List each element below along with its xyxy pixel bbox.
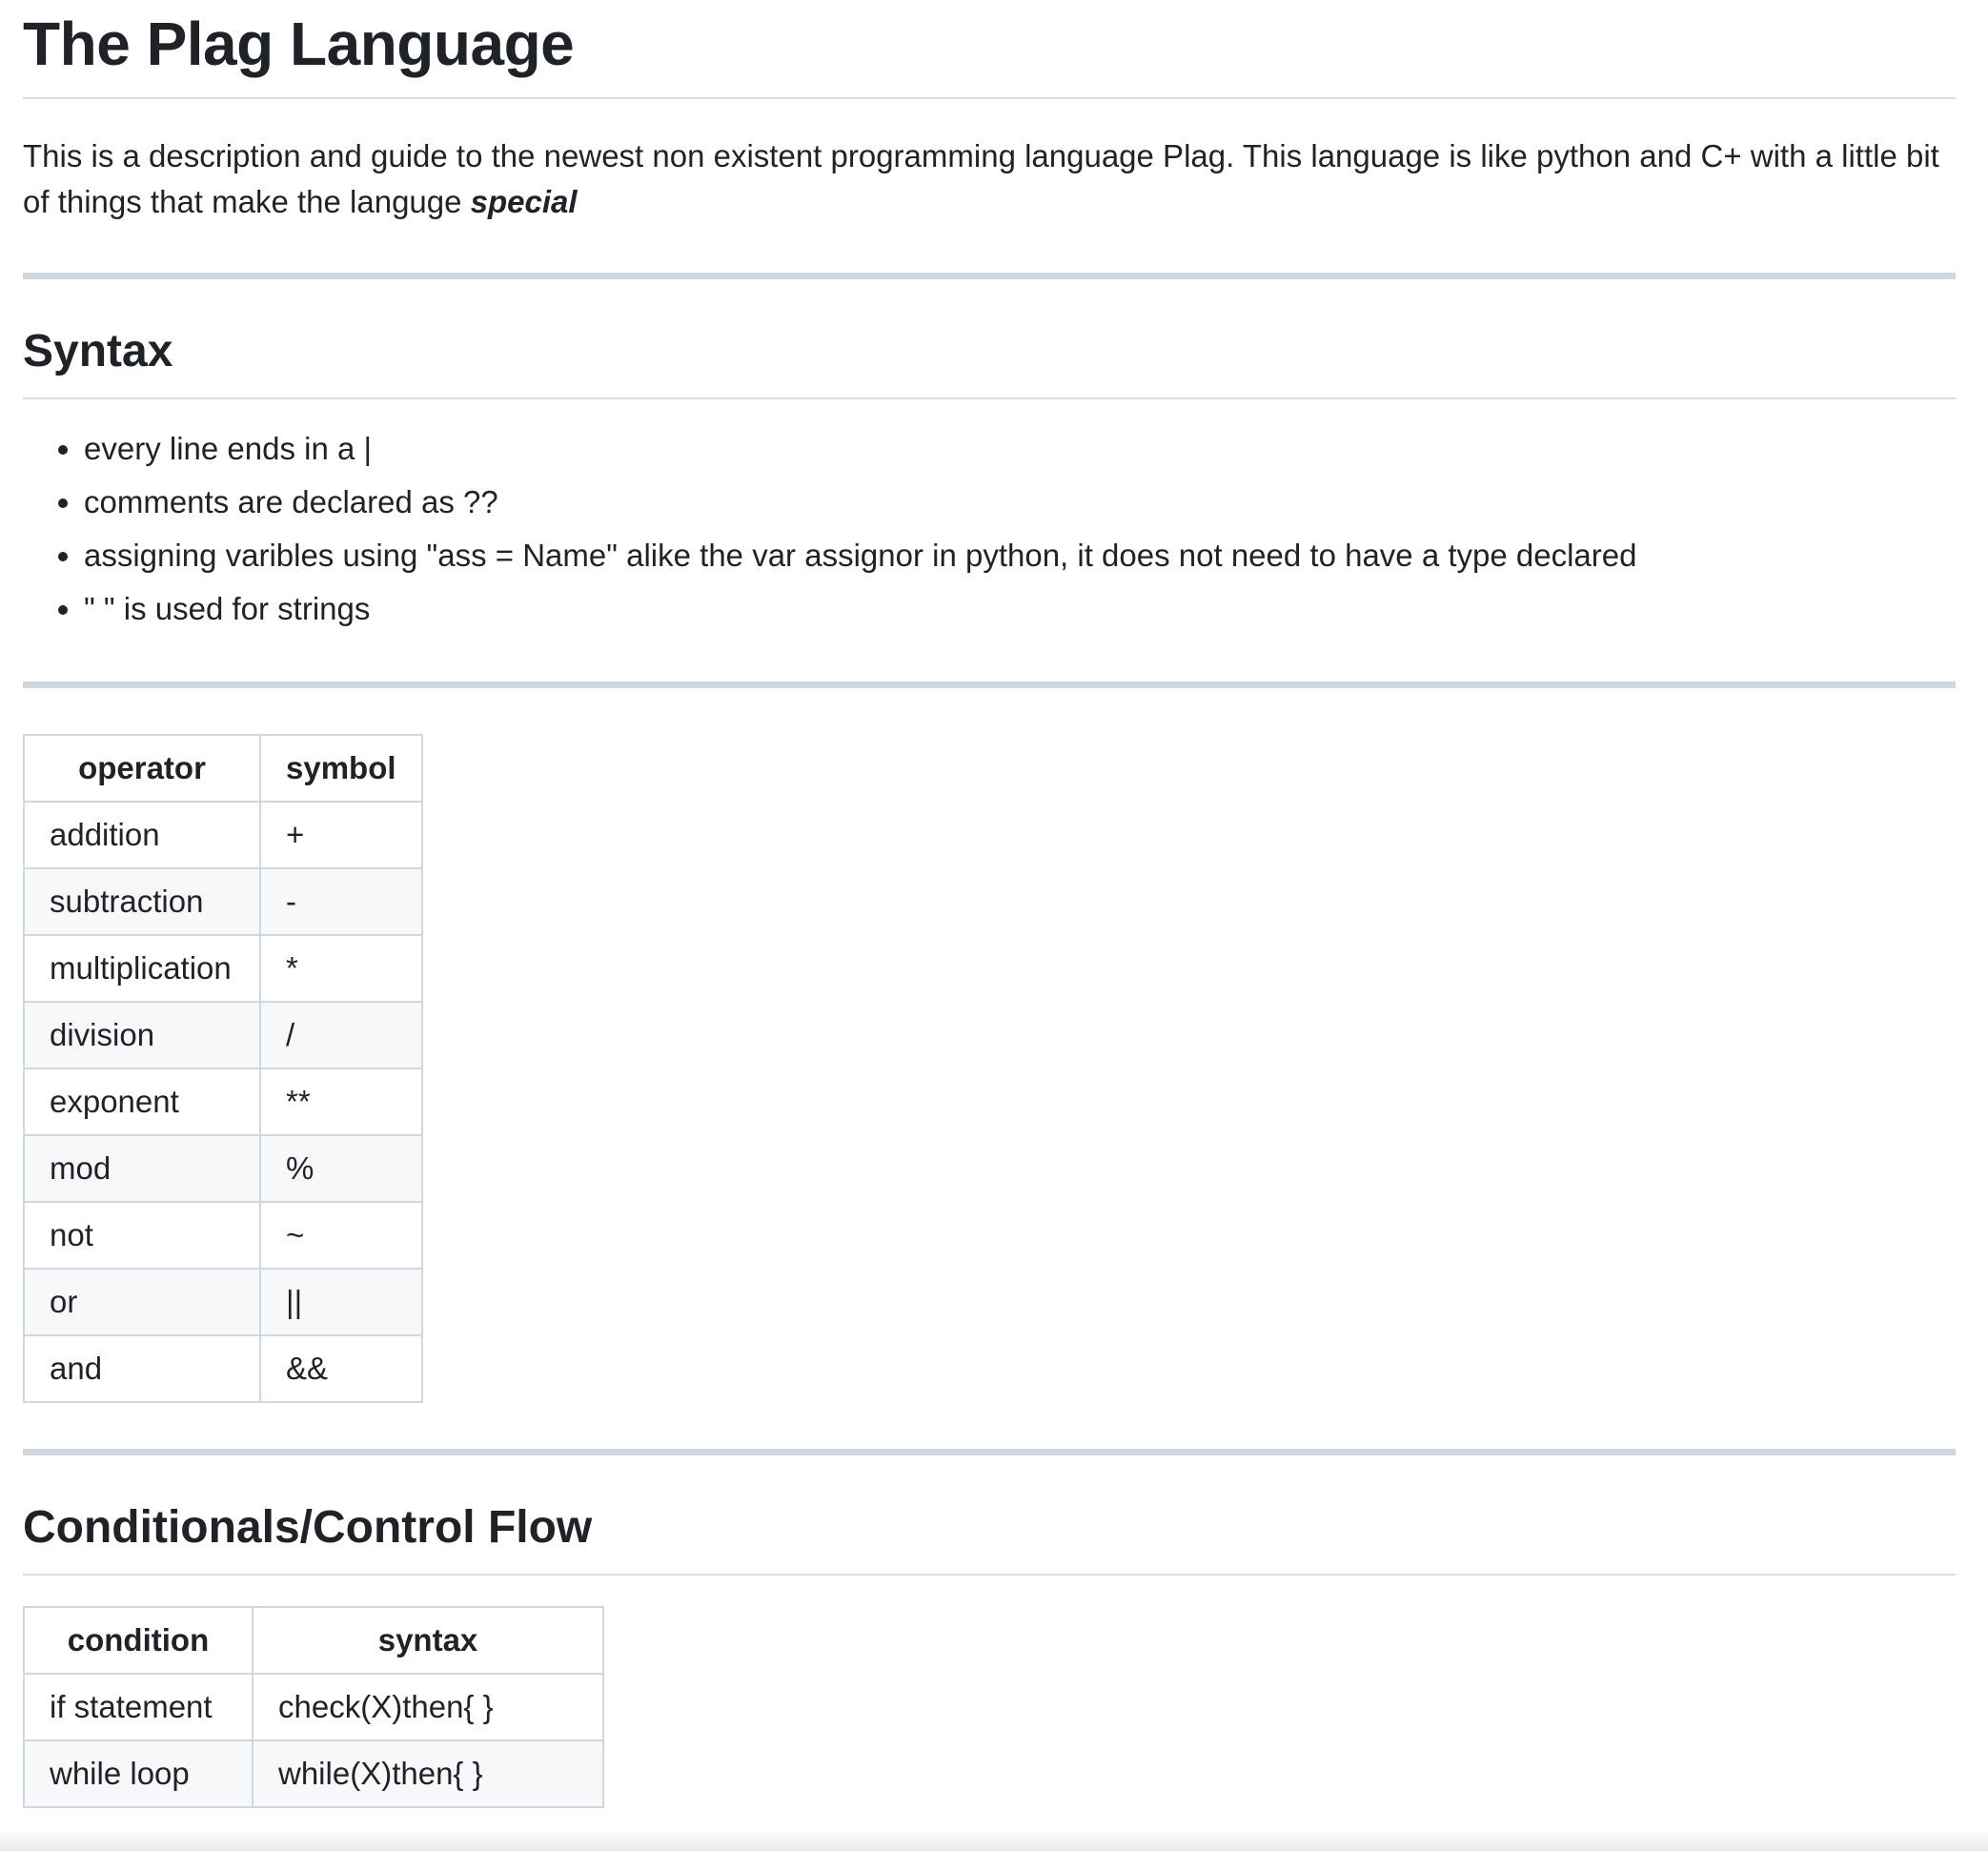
intro-text: This is a description and guide to the n… [23, 138, 1939, 219]
bottom-fade [0, 1828, 1988, 1851]
table-row: and && [23, 1334, 423, 1403]
syntax-cell: while(X)then{ } [252, 1739, 604, 1808]
operators-table: operator symbol addition + subtraction -… [23, 734, 423, 1403]
column-header: operator [23, 734, 261, 803]
horizontal-rule [23, 1449, 1956, 1455]
table-header-row: operator symbol [23, 734, 423, 803]
operator-cell: or [23, 1268, 261, 1336]
table-header-row: condition syntax [23, 1606, 604, 1675]
syntax-heading: Syntax [23, 326, 173, 376]
condition-cell: while loop [23, 1739, 254, 1808]
column-header: symbol [259, 734, 423, 803]
syntax-cell: check(X)then{ } [252, 1673, 604, 1741]
column-header: syntax [252, 1606, 604, 1675]
syntax-list: every line ends in a | comments are decl… [23, 422, 1956, 636]
table-row: or || [23, 1268, 423, 1336]
list-item: every line ends in a | [84, 422, 1956, 476]
column-header: condition [23, 1606, 254, 1675]
table-row: if statement check(X)then{ } [23, 1673, 604, 1741]
document: The Plag Language This is a description … [23, 0, 1956, 1808]
conditionals-heading-underline [23, 1574, 1956, 1576]
horizontal-rule [23, 681, 1956, 688]
conditionals-heading: Conditionals/Control Flow [23, 1502, 593, 1553]
operator-cell: mod [23, 1134, 261, 1203]
condition-cell: if statement [23, 1673, 254, 1741]
list-item: " " is used for strings [84, 582, 1956, 636]
page-title: The Plag Language [23, 10, 575, 78]
operator-cell: subtraction [23, 867, 261, 936]
symbol-cell: / [259, 1001, 423, 1069]
operator-cell: addition [23, 801, 261, 869]
list-item: comments are declared as ?? [84, 476, 1956, 529]
list-item: assigning varibles using "ass = Name" al… [84, 529, 1956, 582]
operator-cell: division [23, 1001, 261, 1069]
conditionals-table: condition syntax if statement check(X)th… [23, 1606, 604, 1808]
operator-cell: exponent [23, 1068, 261, 1136]
symbol-cell: - [259, 867, 423, 936]
table-row: mod % [23, 1134, 423, 1203]
operator-cell: not [23, 1201, 261, 1270]
table-row: division / [23, 1001, 423, 1069]
table-row: not ~ [23, 1201, 423, 1270]
symbol-cell: ~ [259, 1201, 423, 1270]
operator-cell: multiplication [23, 934, 261, 1003]
table-row: exponent ** [23, 1068, 423, 1136]
symbol-cell: || [259, 1268, 423, 1336]
table-row: multiplication * [23, 934, 423, 1003]
horizontal-rule [23, 273, 1956, 279]
table-row: addition + [23, 801, 423, 869]
symbol-cell: ** [259, 1068, 423, 1136]
title-underline [23, 97, 1956, 99]
symbol-cell: % [259, 1134, 423, 1203]
table-row: while loop while(X)then{ } [23, 1739, 604, 1808]
intro-paragraph: This is a description and guide to the n… [23, 133, 1948, 225]
symbol-cell: * [259, 934, 423, 1003]
symbol-cell: && [259, 1334, 423, 1403]
table-row: subtraction - [23, 867, 423, 936]
operator-cell: and [23, 1334, 261, 1403]
syntax-heading-underline [23, 397, 1956, 399]
intro-emphasis: special [470, 184, 578, 219]
symbol-cell: + [259, 801, 423, 869]
